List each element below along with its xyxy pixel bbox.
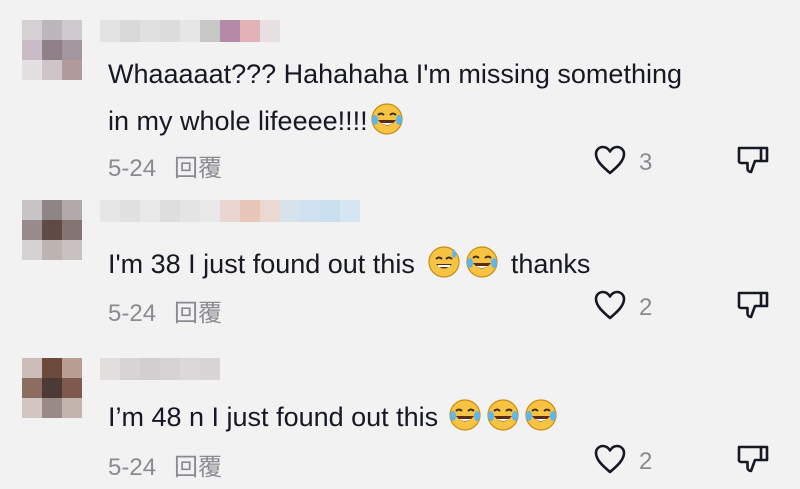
like-control: 2	[593, 443, 652, 480]
comment-text-content: I’m 48 n I just found out this	[108, 402, 439, 432]
comment-text: I'm 38 I just found out this thanks	[108, 241, 708, 288]
like-control: 3	[593, 144, 652, 181]
comment-date: 5-24	[108, 454, 157, 481]
reply-button[interactable]: 回覆	[174, 155, 222, 182]
username-blurred[interactable]	[100, 200, 360, 222]
comment-text-suffix: thanks	[510, 249, 591, 279]
like-count: 2	[639, 293, 653, 321]
username-blurred[interactable]	[100, 358, 220, 380]
emoji-group	[370, 102, 404, 136]
comment-text: I’m 48 n I just found out this	[108, 394, 708, 441]
comment-meta: 5-24 回覆	[108, 447, 222, 482]
heart-outline-icon[interactable]	[593, 289, 627, 326]
avatar[interactable]	[22, 20, 82, 80]
comment-meta: 5-24 回覆	[108, 293, 222, 328]
laughing-tears-emoji	[524, 398, 558, 432]
thumbs-down-outline-icon[interactable]	[735, 441, 771, 482]
reply-button[interactable]: 回覆	[174, 300, 222, 327]
heart-outline-icon[interactable]	[593, 443, 627, 480]
laughing-tears-emoji	[370, 102, 404, 136]
emoji-group	[448, 398, 558, 432]
laughing-tears-emoji	[486, 398, 520, 432]
like-control: 2	[593, 289, 652, 326]
username-blurred[interactable]	[100, 20, 280, 42]
laughing-tears-emoji	[465, 245, 499, 279]
heart-outline-icon[interactable]	[593, 144, 627, 181]
avatar[interactable]	[22, 200, 82, 260]
thumbs-down-outline-icon[interactable]	[735, 142, 771, 183]
like-count: 2	[639, 447, 653, 475]
avatar[interactable]	[22, 358, 82, 418]
reply-button[interactable]: 回覆	[174, 454, 222, 481]
comment-text-content: I'm 38 I just found out this	[108, 249, 415, 279]
comment-meta: 5-24 回覆	[108, 148, 222, 183]
comment-text: Whaaaaat??? Hahahaha I'm missing somethi…	[108, 51, 708, 145]
sweat-smile-emoji	[427, 245, 461, 279]
emoji-group	[427, 245, 499, 279]
laughing-tears-emoji	[448, 398, 482, 432]
comment-date: 5-24	[108, 300, 157, 327]
thumbs-down-outline-icon[interactable]	[735, 287, 771, 328]
like-count: 3	[639, 148, 653, 176]
comment-date: 5-24	[108, 155, 157, 182]
